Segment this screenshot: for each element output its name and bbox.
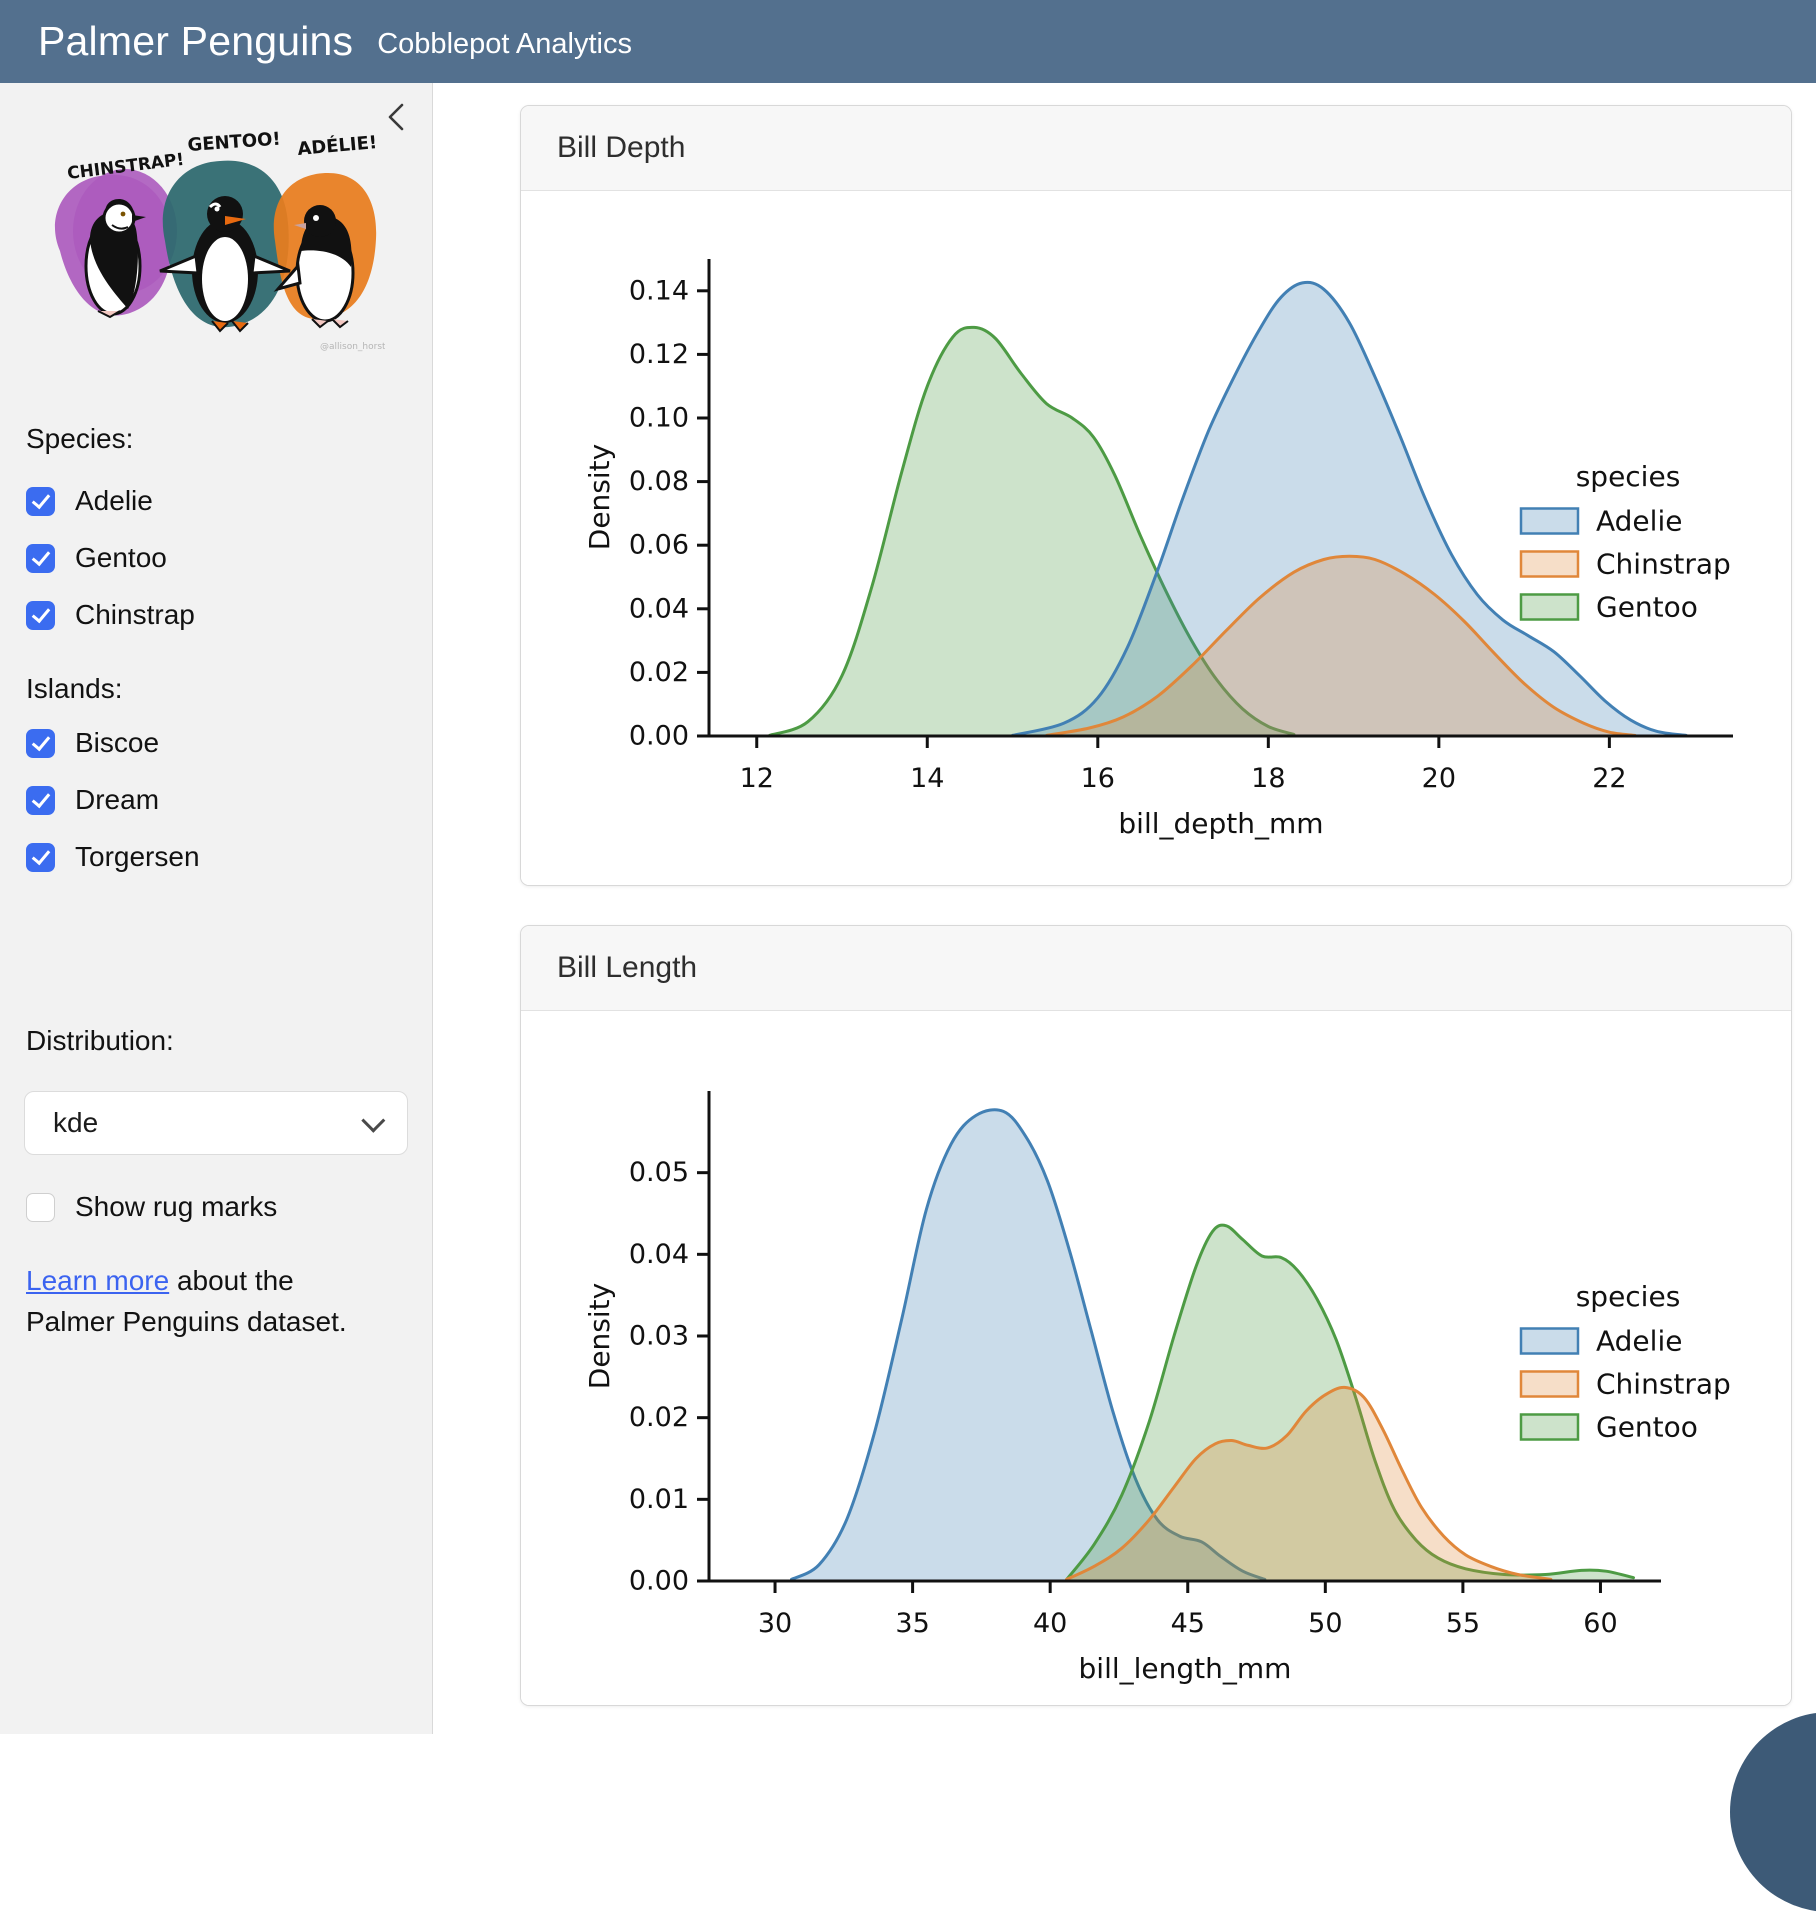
checkbox-dream[interactable] (26, 786, 55, 815)
svg-text:0.03: 0.03 (629, 1321, 689, 1352)
svg-text:40: 40 (1033, 1608, 1067, 1639)
bill-length-plot: 30 35 40 45 50 55 60 0.00 0.01 0.02 0.03 0.04 0.05 bi… (521, 1011, 1791, 1705)
checkbox-row-torgersen[interactable]: Torgersen (26, 837, 200, 877)
svg-text:0.08: 0.08 (629, 466, 689, 497)
checkbox-label: Gentoo (75, 542, 167, 574)
svg-text:22: 22 (1592, 763, 1626, 794)
checkbox-label: Show rug marks (75, 1191, 277, 1223)
svg-text:0.12: 0.12 (629, 339, 689, 370)
checkbox-label: Dream (75, 784, 159, 816)
svg-text:0.14: 0.14 (629, 275, 689, 306)
svg-text:35: 35 (895, 1608, 929, 1639)
checkbox-row-biscoe[interactable]: Biscoe (26, 723, 159, 763)
card-title-bill-length: Bill Length (521, 926, 1791, 1011)
checkbox-chinstrap[interactable] (26, 601, 55, 630)
svg-text:0.00: 0.00 (629, 721, 689, 752)
svg-text:0.10: 0.10 (629, 403, 689, 434)
distribution-selected-value: kde (53, 1107, 98, 1139)
svg-text:0.01: 0.01 (629, 1484, 689, 1515)
svg-text:species: species (1576, 1280, 1681, 1313)
svg-text:0.04: 0.04 (629, 1239, 689, 1270)
svg-text:0.06: 0.06 (629, 530, 689, 561)
card-bill-depth: Bill Depth 12 14 16 18 20 22 0.00 0.02 0.04 0.06 0… (520, 105, 1792, 886)
svg-text:Density: Density (583, 1283, 616, 1389)
svg-text:60: 60 (1583, 1608, 1617, 1639)
svg-text:0.02: 0.02 (629, 1402, 689, 1433)
checkbox-label: Biscoe (75, 727, 159, 759)
checkbox-row-gentoo[interactable]: Gentoo (26, 538, 167, 578)
svg-text:Density: Density (583, 444, 616, 550)
sidebar-collapse-button[interactable] (380, 97, 414, 137)
svg-text:Gentoo: Gentoo (1596, 591, 1698, 624)
chevron-left-icon (380, 97, 414, 137)
svg-text:Chinstrap: Chinstrap (1596, 548, 1731, 581)
main-content: Bill Depth 12 14 16 18 20 22 0.00 0.02 0.04 0.06 0… (434, 83, 1816, 1734)
svg-text:0.02: 0.02 (629, 657, 689, 688)
distribution-select[interactable]: kde (24, 1091, 408, 1155)
app-title: Palmer Penguins (38, 18, 353, 65)
svg-text:14: 14 (910, 763, 944, 794)
svg-text:Gentoo: Gentoo (1596, 1411, 1698, 1444)
checkbox-row-rug-marks[interactable]: Show rug marks (26, 1187, 277, 1227)
checkbox-gentoo[interactable] (26, 544, 55, 573)
learn-more-link[interactable]: Learn more (26, 1265, 169, 1296)
app-header: Palmer Penguins Cobblepot Analytics (0, 0, 1816, 83)
checkbox-row-dream[interactable]: Dream (26, 780, 159, 820)
distribution-label: Distribution: (26, 1025, 174, 1057)
svg-text:Adelie: Adelie (1596, 505, 1682, 538)
svg-text:0.04: 0.04 (629, 593, 689, 624)
artwork-label-adelie: ADÉLIE! (297, 131, 378, 160)
islands-group-label: Islands: (26, 673, 123, 705)
artwork-credit: @allison_horst (320, 342, 385, 352)
bill-length-figure: 30 35 40 45 50 55 60 0.00 0.01 0.02 0.03 0.04 0.05 bi… (521, 1011, 1791, 1705)
chevron-down-icon (361, 1108, 385, 1132)
svg-text:12: 12 (740, 763, 774, 794)
checkbox-rug-marks[interactable] (26, 1193, 55, 1222)
species-group-label: Species: (26, 423, 133, 455)
checkbox-label: Adelie (75, 485, 153, 517)
svg-text:20: 20 (1422, 763, 1456, 794)
svg-text:55: 55 (1446, 1608, 1480, 1639)
svg-text:Adelie: Adelie (1596, 1325, 1682, 1358)
checkbox-row-chinstrap[interactable]: Chinstrap (26, 595, 195, 635)
svg-text:bill_length_mm: bill_length_mm (1079, 1652, 1292, 1685)
svg-text:bill_depth_mm: bill_depth_mm (1118, 807, 1323, 840)
checkbox-label: Chinstrap (75, 599, 195, 631)
sidebar: CHINSTRAP! GENTOO! ADÉLIE! @allison_hors… (0, 83, 433, 1734)
svg-text:0.05: 0.05 (629, 1157, 689, 1188)
learn-more-text: Learn more about the Palmer Penguins dat… (26, 1261, 386, 1342)
card-title-bill-depth: Bill Depth (521, 106, 1791, 191)
svg-text:45: 45 (1171, 1608, 1205, 1639)
svg-text:Chinstrap: Chinstrap (1596, 1368, 1731, 1401)
floating-action-button[interactable] (1730, 1712, 1816, 1912)
svg-text:0.00: 0.00 (629, 1566, 689, 1597)
svg-text:18: 18 (1251, 763, 1285, 794)
artwork-label-gentoo: GENTOO! (187, 129, 281, 156)
svg-text:species: species (1576, 460, 1681, 493)
svg-text:30: 30 (758, 1608, 792, 1639)
card-bill-length: Bill Length 30 35 40 45 50 55 60 0.00 0.01 0.02 0.… (520, 925, 1792, 1706)
svg-text:16: 16 (1081, 763, 1115, 794)
checkbox-biscoe[interactable] (26, 729, 55, 758)
app-subtitle: Cobblepot Analytics (377, 28, 632, 61)
svg-text:50: 50 (1308, 1608, 1342, 1639)
checkbox-row-adelie[interactable]: Adelie (26, 481, 153, 521)
bill-depth-plot: 12 14 16 18 20 22 0.00 0.02 0.04 0.06 0.08 0.10 0.12… (521, 191, 1791, 885)
bill-depth-figure: 12 14 16 18 20 22 0.00 0.02 0.04 0.06 0.08 0.10 0.12… (521, 191, 1791, 885)
checkbox-label: Torgersen (75, 841, 200, 873)
checkbox-torgersen[interactable] (26, 843, 55, 872)
penguins-artwork: CHINSTRAP! GENTOO! ADÉLIE! @allison_hors… (20, 121, 385, 356)
checkbox-adelie[interactable] (26, 487, 55, 516)
